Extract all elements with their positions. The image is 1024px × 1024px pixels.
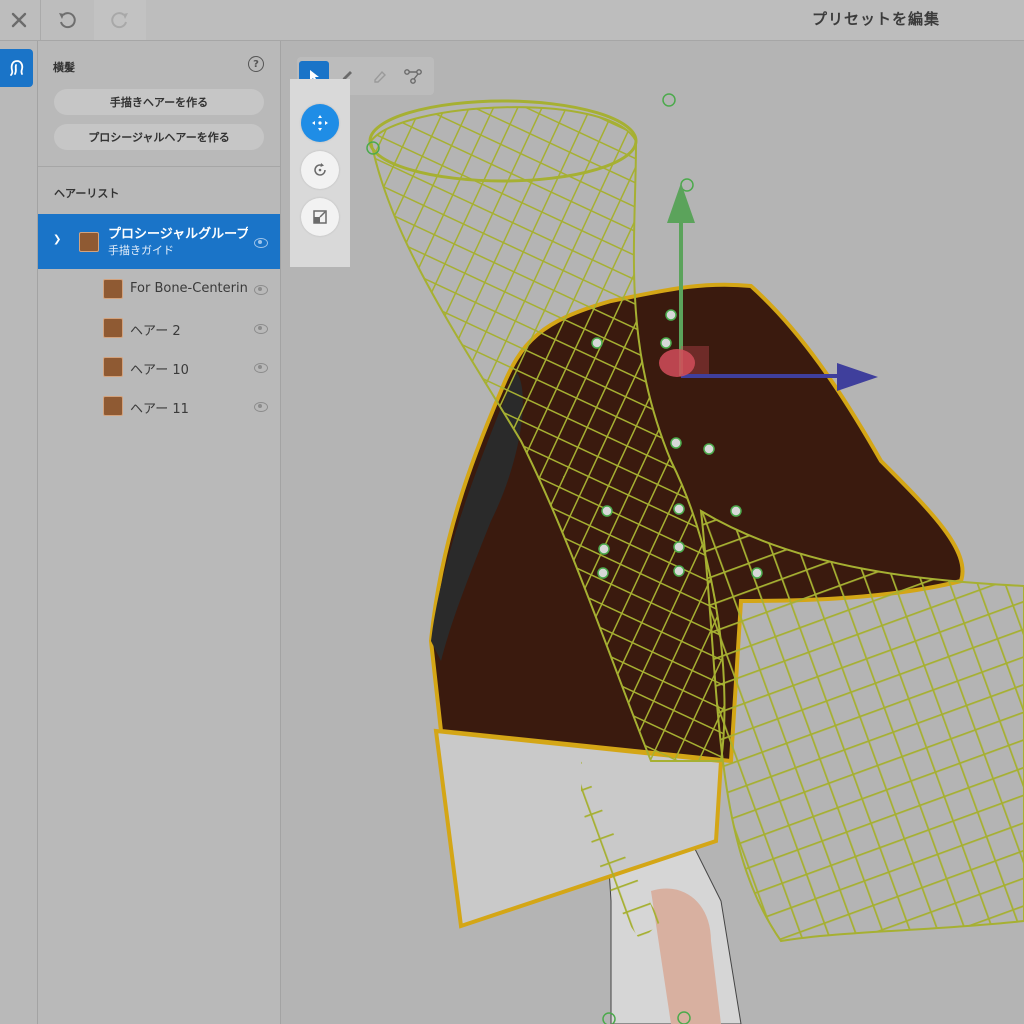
scale-mode-button[interactable] (301, 198, 339, 236)
hair-icon (9, 60, 23, 76)
undo-button[interactable] (40, 0, 93, 40)
section-title: 横髪 (53, 61, 75, 74)
undo-icon (59, 12, 76, 29)
help-icon[interactable]: ? (248, 56, 264, 72)
item-name: ヘアー 10 (130, 363, 189, 378)
color-swatch (79, 232, 99, 252)
path-node-icon (404, 69, 422, 84)
hair-list-title: ヘアーリスト (54, 187, 120, 200)
rotate-mode-button[interactable] (301, 151, 339, 189)
hair-scene (366, 93, 1024, 1024)
transform-mode-panel (290, 79, 350, 267)
visibility-eye-icon[interactable] (254, 238, 268, 248)
move-icon (312, 115, 328, 131)
create-hand-drawn-hair-button[interactable]: 手描きヘアーを作る (54, 89, 264, 115)
item-name: ヘアー 11 (130, 402, 189, 417)
scale-icon (313, 210, 327, 224)
eraser-tool-button[interactable] (365, 61, 395, 91)
rotate-icon (314, 163, 326, 176)
group-subtitle: 手描きガイド (108, 244, 174, 257)
top-bar: プリセットを編集 (0, 0, 1024, 41)
redo-icon (111, 12, 128, 29)
list-item[interactable]: ヘアー 2 (38, 310, 280, 346)
visibility-eye-icon[interactable] (254, 285, 268, 295)
close-icon (11, 12, 27, 28)
list-item[interactable]: ヘアー 11 (38, 388, 280, 424)
eraser-icon (374, 70, 386, 83)
visibility-eye-icon[interactable] (254, 402, 268, 412)
visibility-eye-icon[interactable] (254, 363, 268, 373)
color-swatch (103, 279, 123, 299)
color-swatch (103, 318, 123, 338)
move-mode-button[interactable] (301, 104, 339, 142)
hair-group-row[interactable]: ❯ プロシージャルグループ 手描きガイド (38, 214, 280, 269)
page-title: プリセットを編集 (811, 10, 940, 28)
item-name: For Bone-Centering (130, 281, 248, 296)
close-button[interactable] (0, 0, 38, 40)
list-item[interactable]: ヘアー 10 (38, 349, 280, 385)
hair-mesh-tail (699, 509, 1024, 943)
create-procedural-hair-button[interactable]: プロシージャルヘアーを作る (54, 124, 264, 150)
item-name: ヘアー 2 (130, 324, 181, 339)
color-swatch (103, 357, 123, 377)
list-item[interactable]: For Bone-Centering (38, 271, 280, 307)
redo-button[interactable] (94, 0, 146, 40)
chevron-down-icon[interactable]: ❯ (53, 234, 61, 245)
color-swatch (103, 396, 123, 416)
icon-rail (0, 41, 38, 1024)
divider (38, 166, 280, 167)
3d-viewport[interactable] (281, 41, 1024, 1024)
visibility-eye-icon[interactable] (254, 324, 268, 334)
group-name: プロシージャルグループ (108, 227, 248, 242)
path-tool-button[interactable] (398, 61, 428, 91)
hair-panel: 横髪 ? 手描きヘアーを作る プロシージャルヘアーを作る ヘアーリスト ❯ プロ… (38, 41, 281, 1024)
hair-category-button[interactable] (0, 49, 33, 87)
